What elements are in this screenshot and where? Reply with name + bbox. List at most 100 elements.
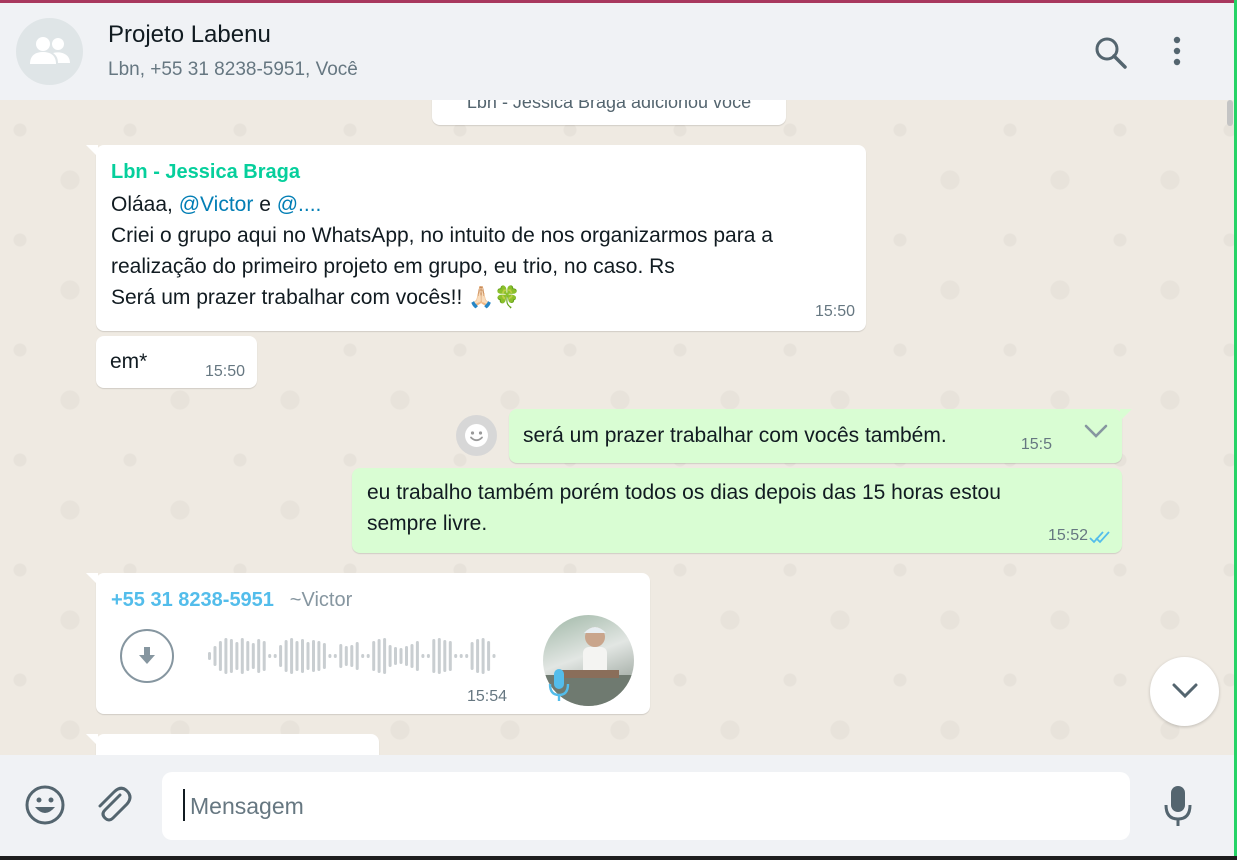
waveform-bar: [448, 641, 452, 671]
waveform-bar: [224, 638, 228, 674]
waveform-bar: [213, 646, 217, 666]
smiley-icon: [465, 424, 488, 447]
waveform-bar: [279, 645, 283, 667]
menu-icon[interactable]: [1165, 35, 1189, 69]
waveform-bar: [322, 643, 326, 669]
top-accent-strip: [0, 0, 1237, 3]
waveform-bar: [405, 646, 408, 666]
emoji-icon[interactable]: [24, 784, 66, 826]
waveform-bar: [290, 638, 294, 674]
message-text: Oláaa,: [111, 193, 173, 216]
scrollbar[interactable]: [1227, 100, 1233, 126]
message-line: realização do primeiro projeto em grupo,…: [111, 255, 675, 278]
waveform-bar: [328, 654, 332, 658]
chevron-down-icon[interactable]: [1084, 424, 1108, 438]
waveform-bar: [492, 654, 496, 658]
outgoing-message[interactable]: eu trabalho também porém todos os dias d…: [352, 468, 1122, 553]
taskbar-strip: [0, 856, 1237, 860]
system-message: Lbn - Jessica Braga adicionou você: [432, 100, 786, 125]
message-line: Criei o grupo aqui no WhatsApp, no intui…: [111, 224, 773, 247]
search-icon[interactable]: [1094, 36, 1128, 70]
waveform-bar: [399, 648, 403, 664]
chat-header[interactable]: Projeto Labenu Lbn, +55 31 8238-5951, Vo…: [0, 3, 1234, 100]
waveform-bar: [366, 654, 370, 658]
waveform-bar: [481, 638, 485, 674]
download-button[interactable]: [120, 629, 174, 683]
sender-name[interactable]: Lbn - Jessica Braga: [111, 159, 851, 185]
group-avatar-icon: [30, 37, 70, 64]
waveform-bar: [476, 639, 480, 673]
message-input[interactable]: [162, 772, 1130, 840]
waveform-bar: [229, 639, 233, 673]
waveform-bar: [421, 654, 425, 658]
waveform-bar: [454, 654, 458, 658]
waveform-bar: [388, 645, 392, 667]
attach-icon[interactable]: [93, 786, 133, 826]
waveform-bar: [383, 638, 387, 674]
waveform-bar: [377, 639, 381, 673]
bubble-tail: [86, 145, 98, 157]
waveform-bar: [432, 639, 436, 673]
group-name[interactable]: Projeto Labenu: [108, 21, 271, 49]
outgoing-message[interactable]: será um prazer trabalhar com vocês també…: [509, 409, 1132, 463]
audio-waveform[interactable]: [208, 637, 498, 675]
download-icon: [139, 647, 155, 664]
react-button[interactable]: [456, 415, 497, 456]
waveform-bar: [394, 647, 397, 665]
group-members[interactable]: Lbn, +55 31 8238-5951, Você: [108, 59, 358, 81]
sender-line: +55 31 8238-5951 ~Victor: [111, 587, 635, 613]
mic-icon[interactable]: [1163, 785, 1193, 827]
waveform-bar: [415, 641, 419, 671]
message-time: 15:52: [1047, 527, 1088, 544]
chat-messages-area[interactable]: Lbn - Jessica Braga adicionou você Lbn -…: [0, 100, 1234, 755]
waveform-bar: [262, 641, 266, 671]
message-line: sempre livre.: [367, 512, 488, 535]
waveform-bar: [251, 643, 255, 669]
sender-phone[interactable]: +55 31 8238-5951: [111, 589, 274, 611]
message-composer: [0, 755, 1234, 856]
group-avatar[interactable]: [16, 18, 83, 85]
waveform-bar: [410, 644, 414, 668]
incoming-message[interactable]: em* 15:50: [96, 336, 257, 388]
scroll-to-bottom-button[interactable]: [1150, 657, 1219, 726]
waveform-bar: [344, 646, 348, 666]
bubble-tail: [86, 573, 98, 585]
waveform-bar: [372, 641, 376, 671]
waveform-bar: [208, 652, 211, 660]
message-time: 15:54: [467, 688, 508, 705]
waveform-bar: [301, 639, 304, 673]
incoming-message[interactable]: [86, 734, 379, 755]
waveform-bar: [361, 654, 365, 658]
mention-link[interactable]: @Victor: [179, 193, 254, 216]
chevron-down-icon: [1172, 683, 1198, 699]
message-line: Oláaa, @Victor e @....: [111, 189, 851, 220]
waveform-bar: [273, 654, 277, 658]
waveform-bar: [459, 654, 463, 658]
mention-link[interactable]: @....: [277, 193, 322, 216]
incoming-voice-message[interactable]: +55 31 8238-5951 ~Victor 15:54: [86, 573, 650, 714]
waveform-bar: [317, 641, 321, 671]
waveform-bar: [465, 654, 469, 658]
bubble-tail: [1120, 409, 1132, 421]
waveform-bar: [268, 654, 272, 658]
waveform-bar: [235, 642, 239, 670]
waveform-bar: [437, 638, 441, 674]
message-time: 15:50: [204, 363, 245, 380]
incoming-message[interactable]: Lbn - Jessica Braga Oláaa, @Victor e @..…: [86, 145, 866, 331]
mic-icon: [548, 669, 570, 701]
waveform-bar: [443, 640, 447, 672]
sender-alias: ~Victor: [289, 589, 353, 611]
waveform-bar: [355, 642, 359, 670]
waveform-bar: [306, 642, 310, 670]
waveform-bar: [240, 638, 244, 674]
waveform-bar: [246, 641, 250, 671]
waveform-bar: [333, 654, 337, 658]
bubble-tail: [86, 734, 98, 746]
waveform-bar: [295, 641, 299, 671]
waveform-bar: [470, 642, 474, 670]
message-time: 15:50: [814, 303, 855, 320]
message-text: e: [259, 193, 271, 216]
message-line: eu trabalho também porém todos os dias d…: [367, 481, 1001, 504]
whatsapp-chat-window: Projeto Labenu Lbn, +55 31 8238-5951, Vo…: [0, 0, 1234, 856]
message-time: 15:5: [1020, 436, 1052, 453]
